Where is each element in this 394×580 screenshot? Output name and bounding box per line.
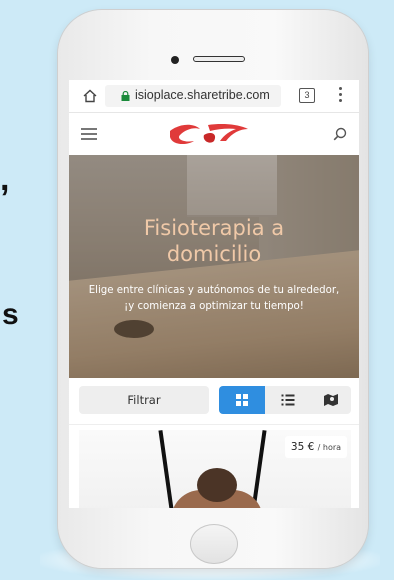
price-value: 35 €	[290, 441, 315, 453]
listing-card[interactable]: 35 € / hora	[79, 430, 351, 508]
hero-title: Fisioterapia a domicilio	[69, 215, 359, 267]
filter-bar: Filtrar	[69, 378, 359, 425]
hero-subtitle: Elige entre clínicas y autónomos de tu a…	[77, 283, 351, 315]
price-badge: 35 € / hora	[285, 436, 347, 458]
listing-person-head	[197, 468, 237, 502]
hero-banner: Fisioterapia a domicilio Elige entre clí…	[69, 155, 359, 378]
url-field[interactable]: isioplace.sharetribe.com	[105, 85, 281, 107]
home-button[interactable]	[190, 524, 238, 564]
browser-menu-icon[interactable]	[339, 87, 343, 105]
site-header	[69, 113, 359, 155]
search-icon[interactable]	[333, 127, 347, 141]
price-unit: / hora	[317, 443, 342, 452]
url-text: isioplace.sharetribe.com	[135, 88, 270, 102]
background-comma: ,	[0, 160, 10, 198]
site-logo[interactable]	[164, 121, 254, 147]
filter-button[interactable]: Filtrar	[79, 386, 209, 414]
hero-title-line2: domicilio	[166, 242, 262, 266]
trx-strap-right	[251, 430, 267, 508]
hero-subtitle-line2: ¡y comienza a optimizar tu tiempo!	[124, 301, 304, 312]
list-view-button[interactable]	[265, 386, 311, 414]
background-letter: s	[2, 298, 19, 331]
trx-strap-left	[158, 430, 174, 508]
grid-view-button[interactable]	[219, 386, 265, 414]
map-icon	[324, 394, 338, 406]
grid-icon	[236, 394, 248, 406]
hero-subtitle-line1: Elige entre clínicas y autónomos de tu a…	[88, 285, 340, 296]
hamburger-menu-icon[interactable]	[81, 128, 97, 140]
home-icon[interactable]	[83, 89, 97, 103]
camera	[171, 56, 179, 64]
phone-screen: isioplace.sharetribe.com 3 Fisioterapia …	[69, 80, 359, 508]
list-icon	[281, 394, 295, 406]
hero-title-line1: Fisioterapia a	[143, 216, 285, 240]
tabs-count-icon[interactable]: 3	[299, 88, 315, 103]
speaker	[193, 56, 245, 62]
map-view-button[interactable]	[311, 386, 351, 414]
lock-icon	[121, 91, 130, 101]
browser-address-bar: isioplace.sharetribe.com 3	[69, 80, 359, 113]
